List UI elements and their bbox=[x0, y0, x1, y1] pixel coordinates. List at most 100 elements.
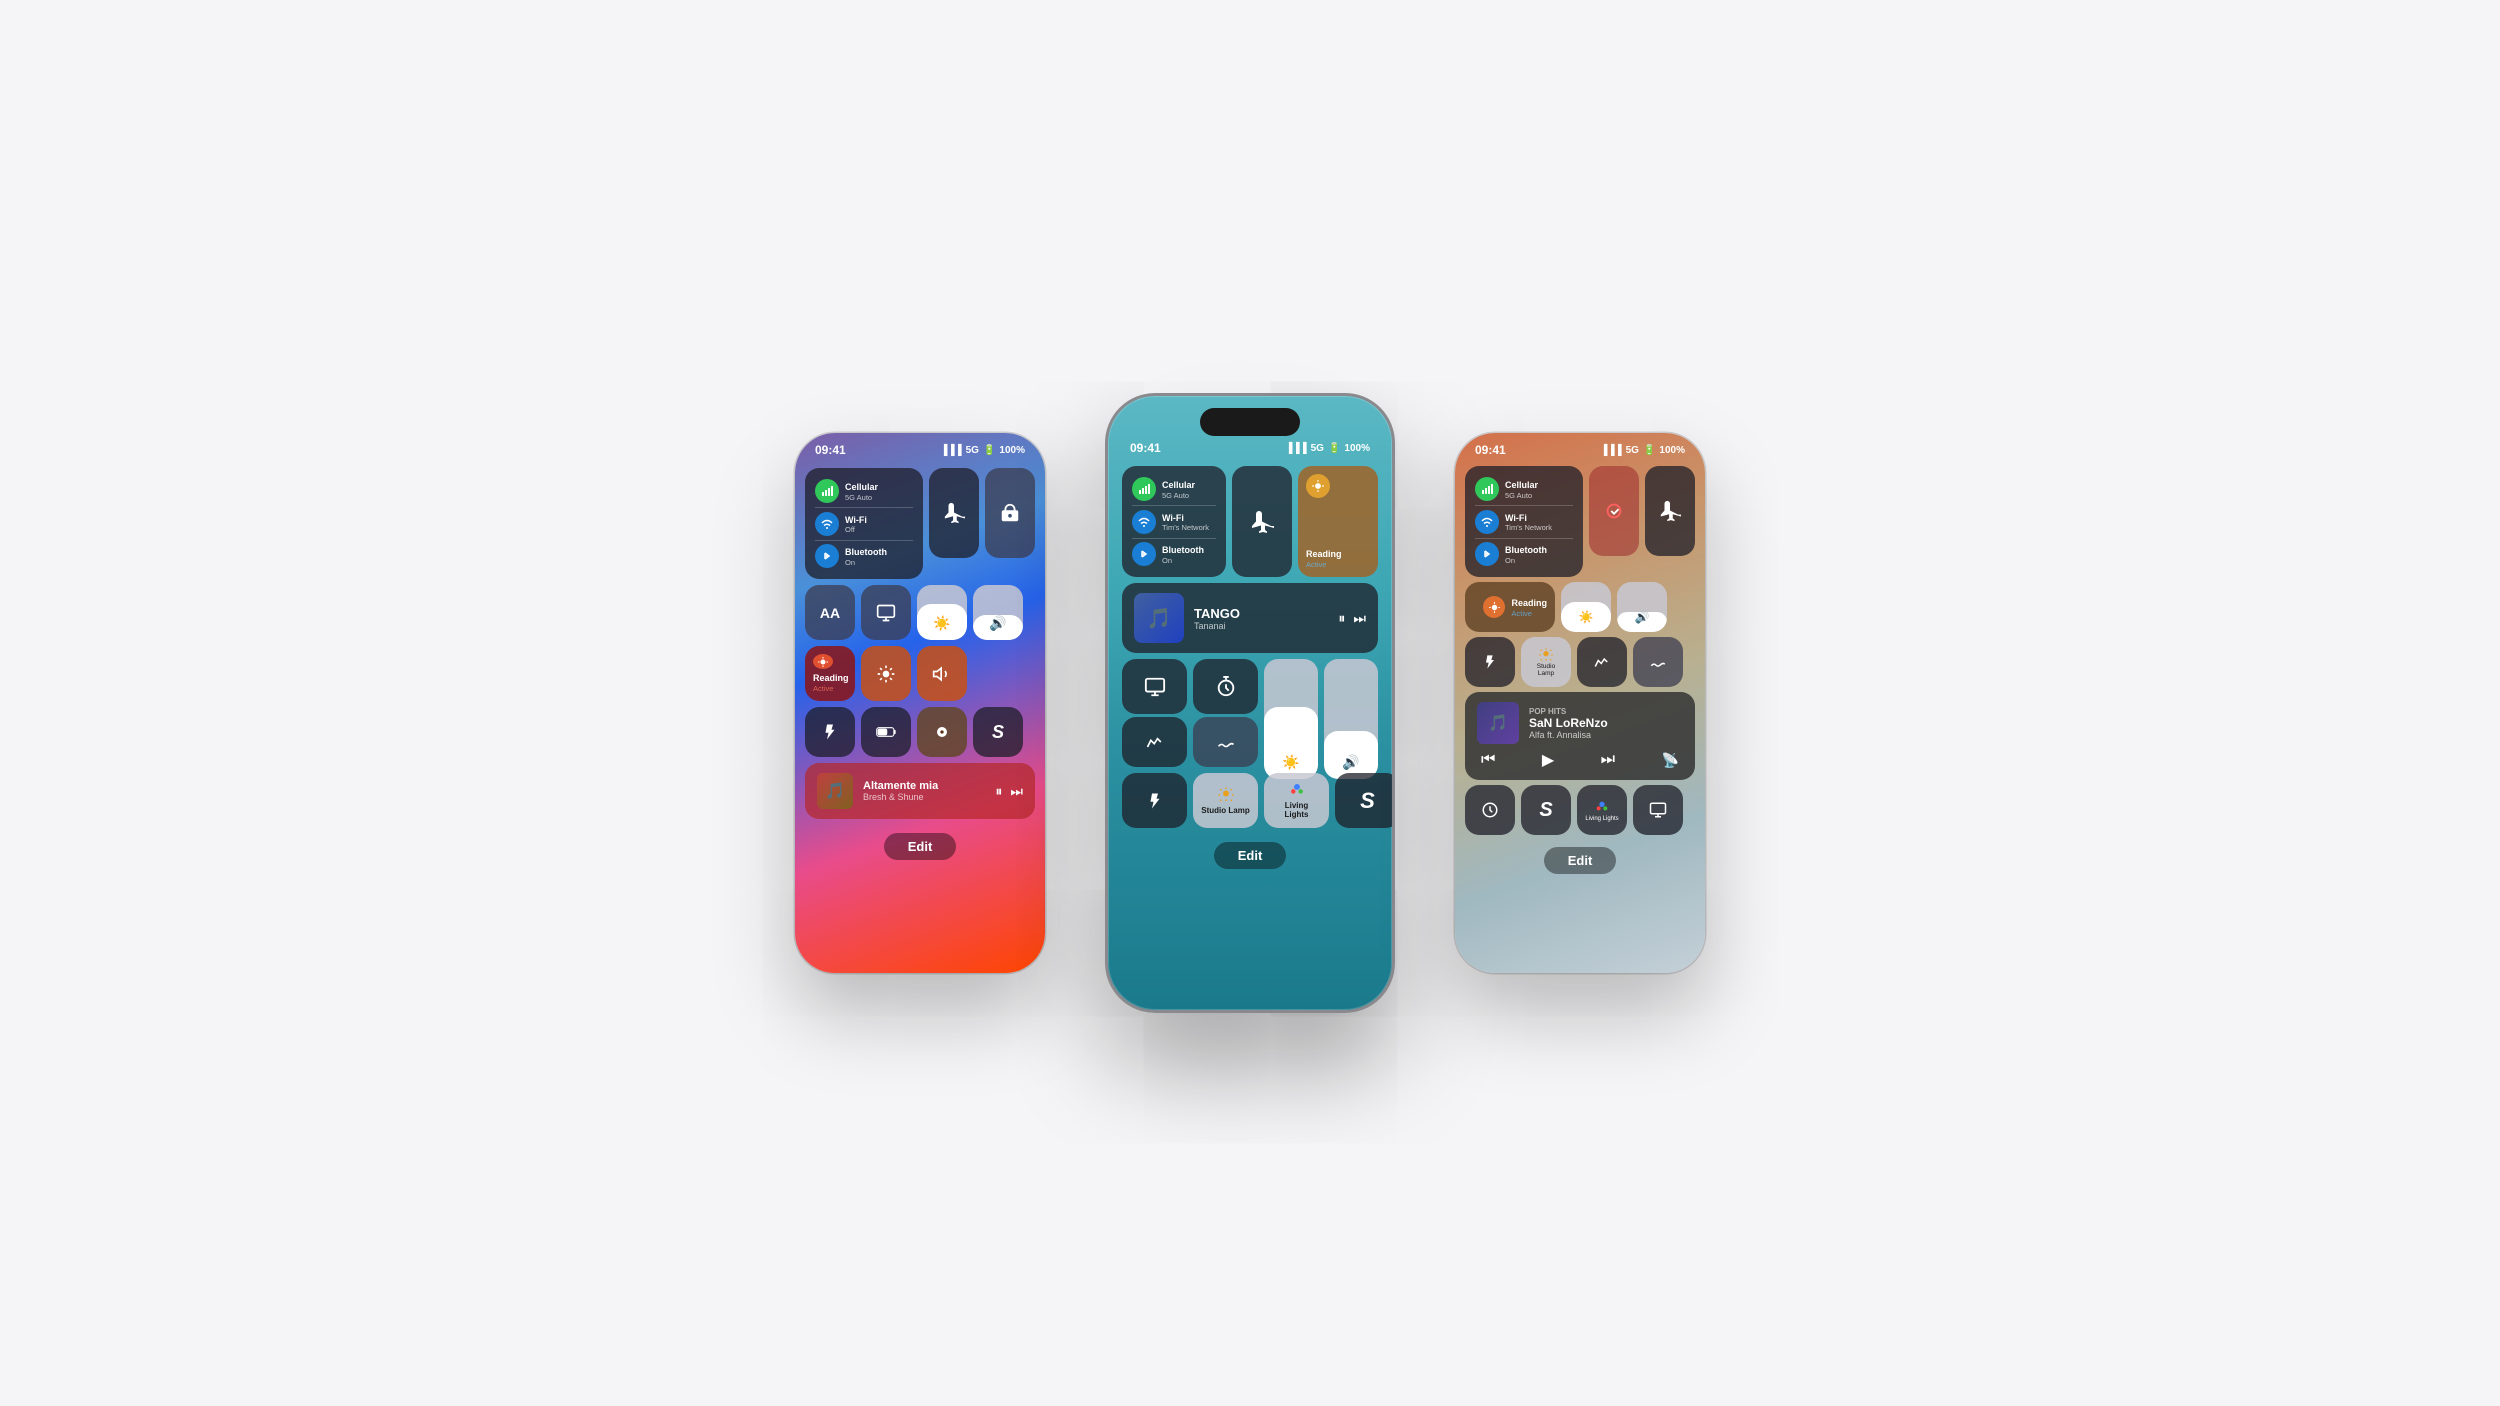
music-art-left: 🎵 bbox=[817, 773, 853, 809]
reading-tile-left[interactable]: Reading Active bbox=[805, 646, 855, 701]
reading-tile-right[interactable]: Reading Active bbox=[1465, 582, 1555, 632]
rotation-lock-left[interactable] bbox=[985, 468, 1035, 558]
music-info-center: TANGO Tananai bbox=[1194, 606, 1328, 631]
phone-left: 09:41 ▐▐▐ 5G 🔋 100% Cellular bbox=[795, 433, 1045, 973]
status-icons-left: ▐▐▐ 5G 🔋 100% bbox=[940, 445, 1025, 456]
brightness-slider-left[interactable]: ☀️ bbox=[917, 585, 967, 640]
flashlight-left[interactable] bbox=[805, 707, 855, 757]
music-art-right: 🎵 bbox=[1477, 702, 1519, 744]
row5-center: Studio Lamp Living Lights S bbox=[1122, 773, 1378, 828]
wifi-icon-left bbox=[815, 512, 839, 536]
pause-left[interactable]: ⏸ bbox=[995, 783, 1002, 800]
shazam-left[interactable]: S bbox=[973, 707, 1023, 757]
volume-slider-right[interactable]: 🔊 bbox=[1617, 582, 1667, 632]
living-lights-label-center: Living Lights bbox=[1272, 801, 1321, 820]
bt-icon-center bbox=[1132, 542, 1156, 566]
music-row-right: 🎵 POP HITS SaN LoReNzo Alfa ft. Annalisa bbox=[1477, 702, 1683, 744]
flashlight-right[interactable] bbox=[1465, 637, 1515, 687]
screen-mirror-left[interactable] bbox=[861, 585, 911, 640]
edit-btn-right[interactable]: Edit bbox=[1544, 847, 1617, 874]
rotation-lock-right[interactable] bbox=[1589, 466, 1639, 556]
edit-btn-center[interactable]: Edit bbox=[1214, 842, 1287, 869]
reading-icon-left bbox=[813, 654, 833, 669]
airplay-right[interactable]: 📡 bbox=[1662, 752, 1679, 769]
signal-right: ▐▐▐ bbox=[1600, 445, 1621, 456]
sound-rec-center[interactable] bbox=[1122, 717, 1187, 767]
next-left[interactable]: ⏭ bbox=[1010, 783, 1023, 800]
music-controls-row-right[interactable]: ⏮ ▶ ⏭ 📡 bbox=[1477, 750, 1683, 770]
timer-center[interactable] bbox=[1193, 659, 1258, 714]
music-left[interactable]: 🎵 Altamente mia Bresh & Shune ⏸ ⏭ bbox=[805, 763, 1035, 819]
sound-rec-right[interactable] bbox=[1577, 637, 1627, 687]
status-icons-right: ▐▐▐ 5G 🔋 100% bbox=[1600, 445, 1685, 456]
status-bar-left: 09:41 ▐▐▐ 5G 🔋 100% bbox=[795, 433, 1045, 462]
connectivity-center: Cellular 5G Auto Wi-Fi Tim's Network bbox=[1122, 466, 1226, 577]
music-title-left: Altamente mia bbox=[863, 780, 985, 792]
music-controls-center[interactable]: ⏸ ⏭ bbox=[1338, 610, 1366, 627]
phone-center: 09:41 ▐▐▐ 5G 🔋 100% Cellular bbox=[1105, 393, 1395, 1013]
brightness-tile-left[interactable] bbox=[861, 646, 911, 701]
shazam-center[interactable]: S bbox=[1335, 773, 1395, 828]
music-artist-right: Alfa ft. Annalisa bbox=[1529, 730, 1683, 740]
signature-center[interactable] bbox=[1193, 717, 1258, 767]
bt-sub-left: On bbox=[845, 558, 887, 567]
recents-right[interactable] bbox=[1465, 785, 1515, 835]
text-size-tile-left[interactable]: AA bbox=[805, 585, 855, 640]
wifi-icon-center bbox=[1132, 510, 1156, 534]
battery-center: 🔋 bbox=[1328, 443, 1340, 454]
play-right[interactable]: ▶ bbox=[1542, 750, 1554, 770]
bt-label-left: Bluetooth bbox=[845, 547, 887, 558]
airplane-center[interactable] bbox=[1232, 466, 1292, 577]
row2-left: AA ☀️ 🔊 bbox=[805, 585, 1035, 640]
studio-lamp-right[interactable]: Studio Lamp bbox=[1521, 637, 1571, 687]
dynamic-island bbox=[1200, 408, 1300, 436]
music-info-right: POP HITS SaN LoReNzo Alfa ft. Annalisa bbox=[1529, 707, 1683, 740]
screen-mirror-right[interactable] bbox=[1633, 785, 1683, 835]
wifi-row-left[interactable]: Wi-Fi Off bbox=[815, 509, 913, 539]
wifi-sub-left: Off bbox=[845, 525, 867, 534]
row5-right: S Living Lights bbox=[1465, 785, 1695, 835]
volume-slider-center[interactable]: 🔊 bbox=[1324, 659, 1378, 779]
ffwd-right[interactable]: ⏭ bbox=[1601, 751, 1615, 769]
time-right: 09:41 bbox=[1475, 443, 1506, 457]
signature-right[interactable] bbox=[1633, 637, 1683, 687]
studio-lamp-label-center: Studio Lamp bbox=[1201, 806, 1249, 816]
row1-right: Cellular 5G Auto Wi-Fi Tim's Network bbox=[1465, 466, 1695, 577]
reading-tile-center[interactable]: Reading Active bbox=[1298, 466, 1378, 577]
airplane-tile-left[interactable] bbox=[929, 468, 979, 558]
studio-lamp-center[interactable]: Studio Lamp bbox=[1193, 773, 1258, 828]
cc-right: Cellular 5G Auto Wi-Fi Tim's Network bbox=[1455, 462, 1705, 839]
status-icons-center: ▐▐▐ 5G 🔋 100% bbox=[1285, 443, 1370, 454]
brightness-slider-right[interactable]: ☀️ bbox=[1561, 582, 1611, 632]
next-center[interactable]: ⏭ bbox=[1353, 610, 1366, 627]
brightness-slider-center[interactable]: ☀️ bbox=[1264, 659, 1318, 779]
volume-tile-left[interactable] bbox=[917, 646, 967, 701]
battery-pct-left: 100% bbox=[999, 445, 1025, 456]
flashlight-center[interactable] bbox=[1122, 773, 1187, 828]
music-genre-right: POP HITS bbox=[1529, 707, 1683, 716]
connectivity-right: Cellular 5G Auto Wi-Fi Tim's Network bbox=[1465, 466, 1583, 577]
shazam-right[interactable]: S bbox=[1521, 785, 1571, 835]
music-right[interactable]: 🎵 POP HITS SaN LoReNzo Alfa ft. Annalisa… bbox=[1465, 692, 1695, 780]
prev-right[interactable]: ⏮ bbox=[1481, 751, 1495, 769]
volume-slider-left[interactable]: 🔊 bbox=[973, 585, 1023, 640]
living-lights-right[interactable]: Living Lights bbox=[1577, 785, 1627, 835]
network-left: 5G bbox=[966, 445, 979, 456]
bt-row-left[interactable]: Bluetooth On bbox=[815, 541, 913, 571]
music-center[interactable]: 🎵 TANGO Tananai ⏸ ⏭ bbox=[1122, 583, 1378, 653]
row4-left: S bbox=[805, 707, 1035, 757]
cellular-row-left[interactable]: Cellular 5G Auto bbox=[815, 476, 913, 506]
shazam-icon-right: S bbox=[1539, 799, 1552, 822]
battery-tile-left[interactable] bbox=[861, 707, 911, 757]
music-controls-left[interactable]: ⏸ ⏭ bbox=[995, 783, 1023, 800]
airplane-right[interactable] bbox=[1645, 466, 1695, 556]
pause-center[interactable]: ⏸ bbox=[1338, 610, 1345, 627]
screen-mirror-center[interactable] bbox=[1122, 659, 1187, 714]
edit-btn-left[interactable]: Edit bbox=[884, 833, 957, 860]
battery-pct-center: 100% bbox=[1344, 443, 1370, 454]
cellular-label-left: Cellular bbox=[845, 482, 878, 493]
record-tile-left[interactable] bbox=[917, 707, 967, 757]
living-lights-center[interactable]: Living Lights bbox=[1264, 773, 1329, 828]
battery-right: 🔋 bbox=[1643, 445, 1655, 456]
reading-sub-left: Active bbox=[813, 684, 847, 693]
